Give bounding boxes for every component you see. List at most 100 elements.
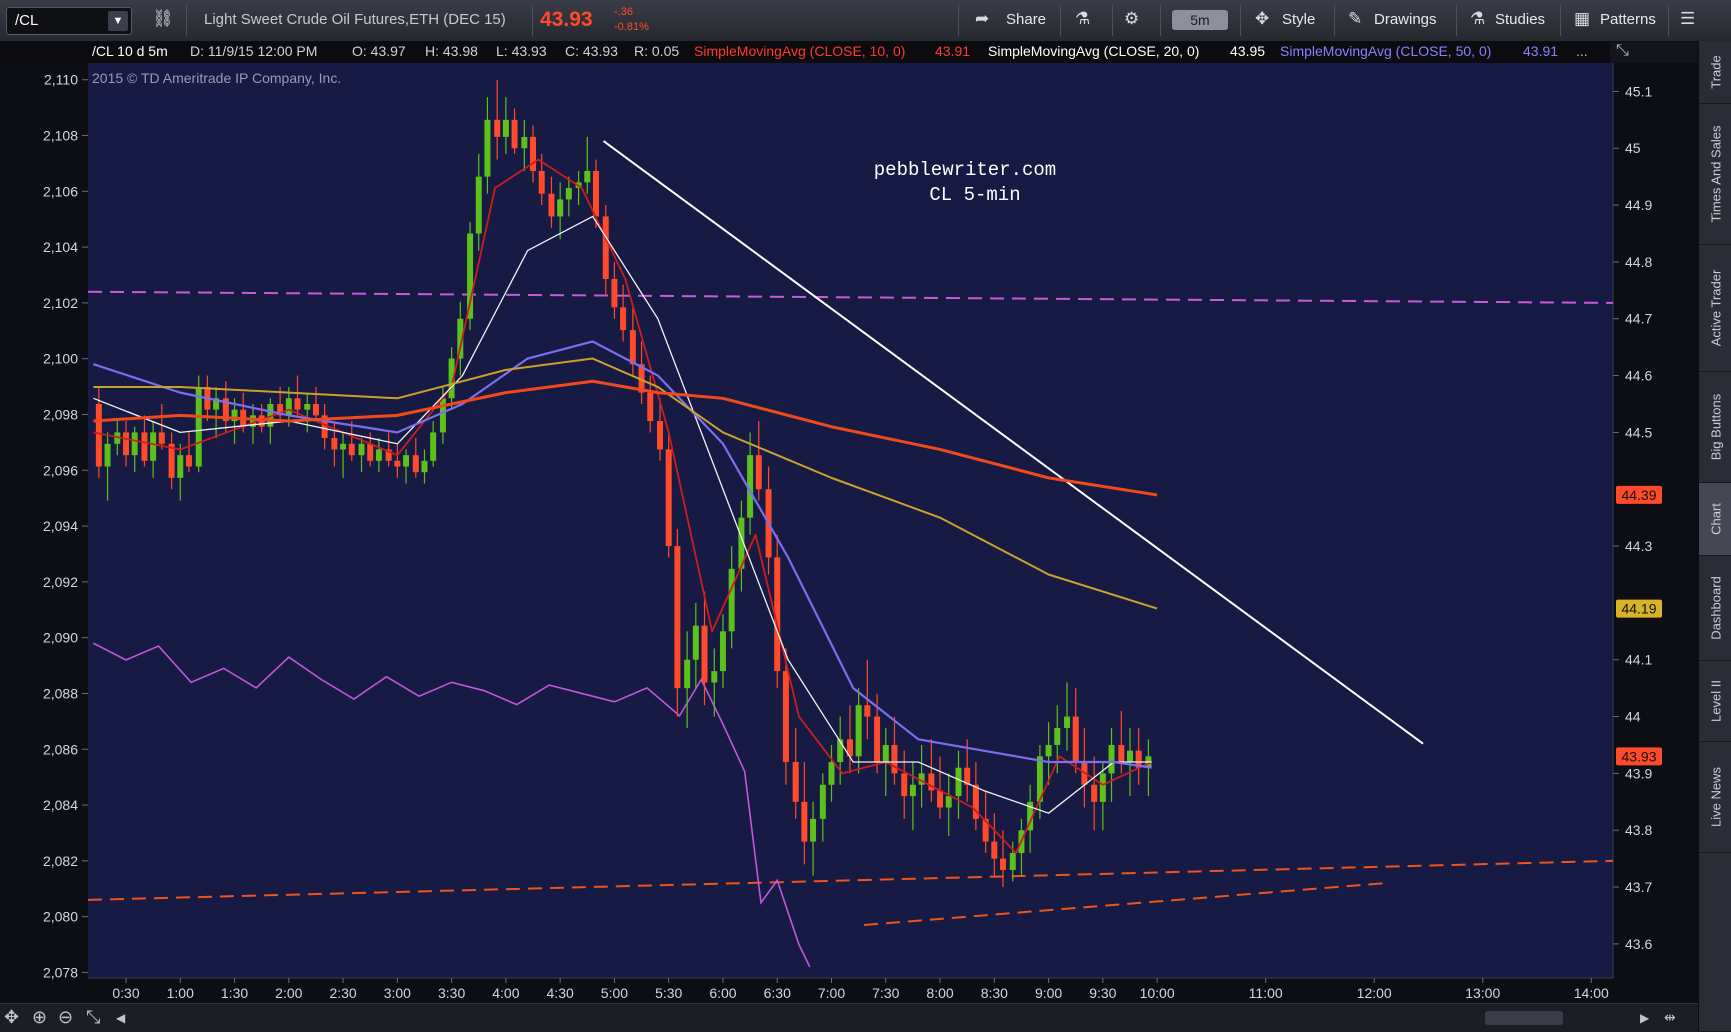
candle-body xyxy=(538,170,545,194)
more-studies[interactable]: ... xyxy=(1576,43,1588,59)
right-axis-label: 44.8 xyxy=(1625,254,1652,270)
candle-body xyxy=(937,790,944,808)
left-axis-label: 2,086 xyxy=(43,741,78,757)
gear-icon[interactable]: ⚙ xyxy=(1124,9,1139,29)
symbol-selector[interactable]: /CL ▼ xyxy=(6,7,132,35)
left-axis-label: 2,106 xyxy=(43,183,78,199)
x-axis-label: 5:00 xyxy=(601,985,628,1001)
left-axis-label: 2,092 xyxy=(43,574,78,590)
candle-body xyxy=(1118,744,1125,763)
tab-active-trader[interactable]: Active Trader xyxy=(1699,245,1731,372)
scroll-left-icon[interactable]: ◀ xyxy=(116,1011,125,1025)
candle-body xyxy=(1045,744,1052,757)
candle-body xyxy=(312,403,319,416)
candle-body xyxy=(728,568,735,632)
candle-body xyxy=(494,119,501,137)
x-axis-label: 13:00 xyxy=(1465,985,1500,1001)
candle-body xyxy=(557,199,564,217)
candle-body xyxy=(394,460,401,467)
toolbar-divider xyxy=(1456,5,1457,36)
right-axis-label: 43.8 xyxy=(1625,822,1652,838)
left-axis-label: 2,102 xyxy=(43,295,78,311)
candle-body xyxy=(421,460,428,473)
candle-body xyxy=(1072,716,1079,763)
price-label-text: 43.93 xyxy=(1621,748,1656,764)
symbol-text: /CL xyxy=(15,12,39,29)
tab-live-news[interactable]: Live News xyxy=(1699,742,1731,853)
left-axis-label: 2,090 xyxy=(43,630,78,646)
horizontal-scrollbar[interactable] xyxy=(1485,1011,1563,1025)
candle-body xyxy=(692,625,699,660)
toolbar-divider xyxy=(1112,5,1113,36)
candle-body xyxy=(104,443,111,467)
right-axis-label: 43.6 xyxy=(1625,936,1652,952)
expand-icon[interactable]: ⇹ xyxy=(1664,1009,1676,1026)
candle-body xyxy=(131,432,138,456)
zoom-out-icon[interactable]: ⊖ xyxy=(58,1007,73,1028)
x-axis-label: 2:00 xyxy=(275,985,302,1001)
candle-body xyxy=(285,398,292,416)
timeframe-button[interactable]: 5m xyxy=(1172,10,1228,30)
zoom-in-icon[interactable]: ⊕ xyxy=(32,1007,47,1028)
candle-body xyxy=(901,773,908,797)
candle-body xyxy=(403,455,410,467)
sma20-label[interactable]: SimpleMovingAvg (CLOSE, 20, 0) xyxy=(988,43,1199,59)
sma50-label[interactable]: SimpleMovingAvg (CLOSE, 50, 0) xyxy=(1280,43,1491,59)
link-icon[interactable]: ⛓ xyxy=(152,9,174,29)
tab-dashboard[interactable]: Dashboard xyxy=(1699,556,1731,661)
left-axis-label: 2,080 xyxy=(43,909,78,925)
collapse-icon[interactable]: ⤡ xyxy=(1616,42,1629,60)
tab-trade[interactable]: Trade xyxy=(1699,41,1731,104)
candle-body xyxy=(502,119,509,137)
candle-body xyxy=(629,330,636,365)
sma10-label[interactable]: SimpleMovingAvg (CLOSE, 10, 0) xyxy=(694,43,905,59)
candle-body xyxy=(548,193,555,217)
x-axis-label: 8:30 xyxy=(981,985,1008,1001)
price-chart[interactable]: 2,110 2,108 2,106 2,104 2,102 2,100 2,098 2,096… xyxy=(0,63,1698,1003)
tab-label: Times And Sales xyxy=(1708,125,1723,223)
x-axis-label: 1:00 xyxy=(167,985,194,1001)
menu-icon[interactable]: ☰ xyxy=(1680,9,1695,29)
candle-body xyxy=(348,443,355,456)
candle-body xyxy=(1126,750,1133,763)
toolbar-divider xyxy=(1240,5,1241,36)
x-axis-label: 8:00 xyxy=(926,985,953,1001)
x-axis-label: 3:00 xyxy=(384,985,411,1001)
scroll-right-icon[interactable]: ▶ xyxy=(1640,1011,1649,1025)
candle-body xyxy=(122,432,129,456)
candle-body xyxy=(874,716,881,763)
flask-icon[interactable]: ⚗ xyxy=(1075,9,1090,29)
tab-label: Big Buttons xyxy=(1708,393,1723,461)
candle-body xyxy=(855,705,862,757)
price-change: -.36 xyxy=(614,6,633,18)
tab-times-and-sales[interactable]: Times And Sales xyxy=(1699,104,1731,245)
candle-body xyxy=(1000,858,1006,871)
candle-body xyxy=(150,432,157,461)
chart-label: /CL 10 d 5m xyxy=(92,43,168,59)
drawings-label: Drawings xyxy=(1374,11,1437,28)
candle-body xyxy=(521,136,528,149)
x-axis-label: 10:00 xyxy=(1140,985,1175,1001)
tab-big-buttons[interactable]: Big Buttons xyxy=(1699,372,1731,483)
x-axis-label: 0:30 xyxy=(112,985,139,1001)
price-change-percent: -0.81% xyxy=(614,21,649,33)
toolbar-divider xyxy=(1160,5,1161,36)
candle-body xyxy=(1091,784,1098,802)
tab-label: Active Trader xyxy=(1708,269,1723,347)
candle-body xyxy=(828,762,835,785)
candle-body xyxy=(684,659,691,689)
tab-level-ii[interactable]: Level II xyxy=(1699,661,1731,742)
toolbar-divider xyxy=(1668,5,1669,36)
candle-body xyxy=(141,432,148,461)
right-axis-label: 43.9 xyxy=(1625,765,1652,781)
candle-body xyxy=(592,170,599,217)
chevron-down-icon[interactable]: ▼ xyxy=(108,11,128,31)
right-axis-label: 45 xyxy=(1625,140,1641,156)
plot-area xyxy=(88,63,1613,978)
pan-icon[interactable]: ✥ xyxy=(4,1007,19,1028)
drag-icon[interactable]: ⤡ xyxy=(86,1007,100,1028)
tab-chart[interactable]: Chart xyxy=(1699,483,1731,556)
left-axis-label: 2,094 xyxy=(43,518,78,534)
bar-high: H: 43.98 xyxy=(425,43,478,59)
candle-body xyxy=(95,403,102,467)
